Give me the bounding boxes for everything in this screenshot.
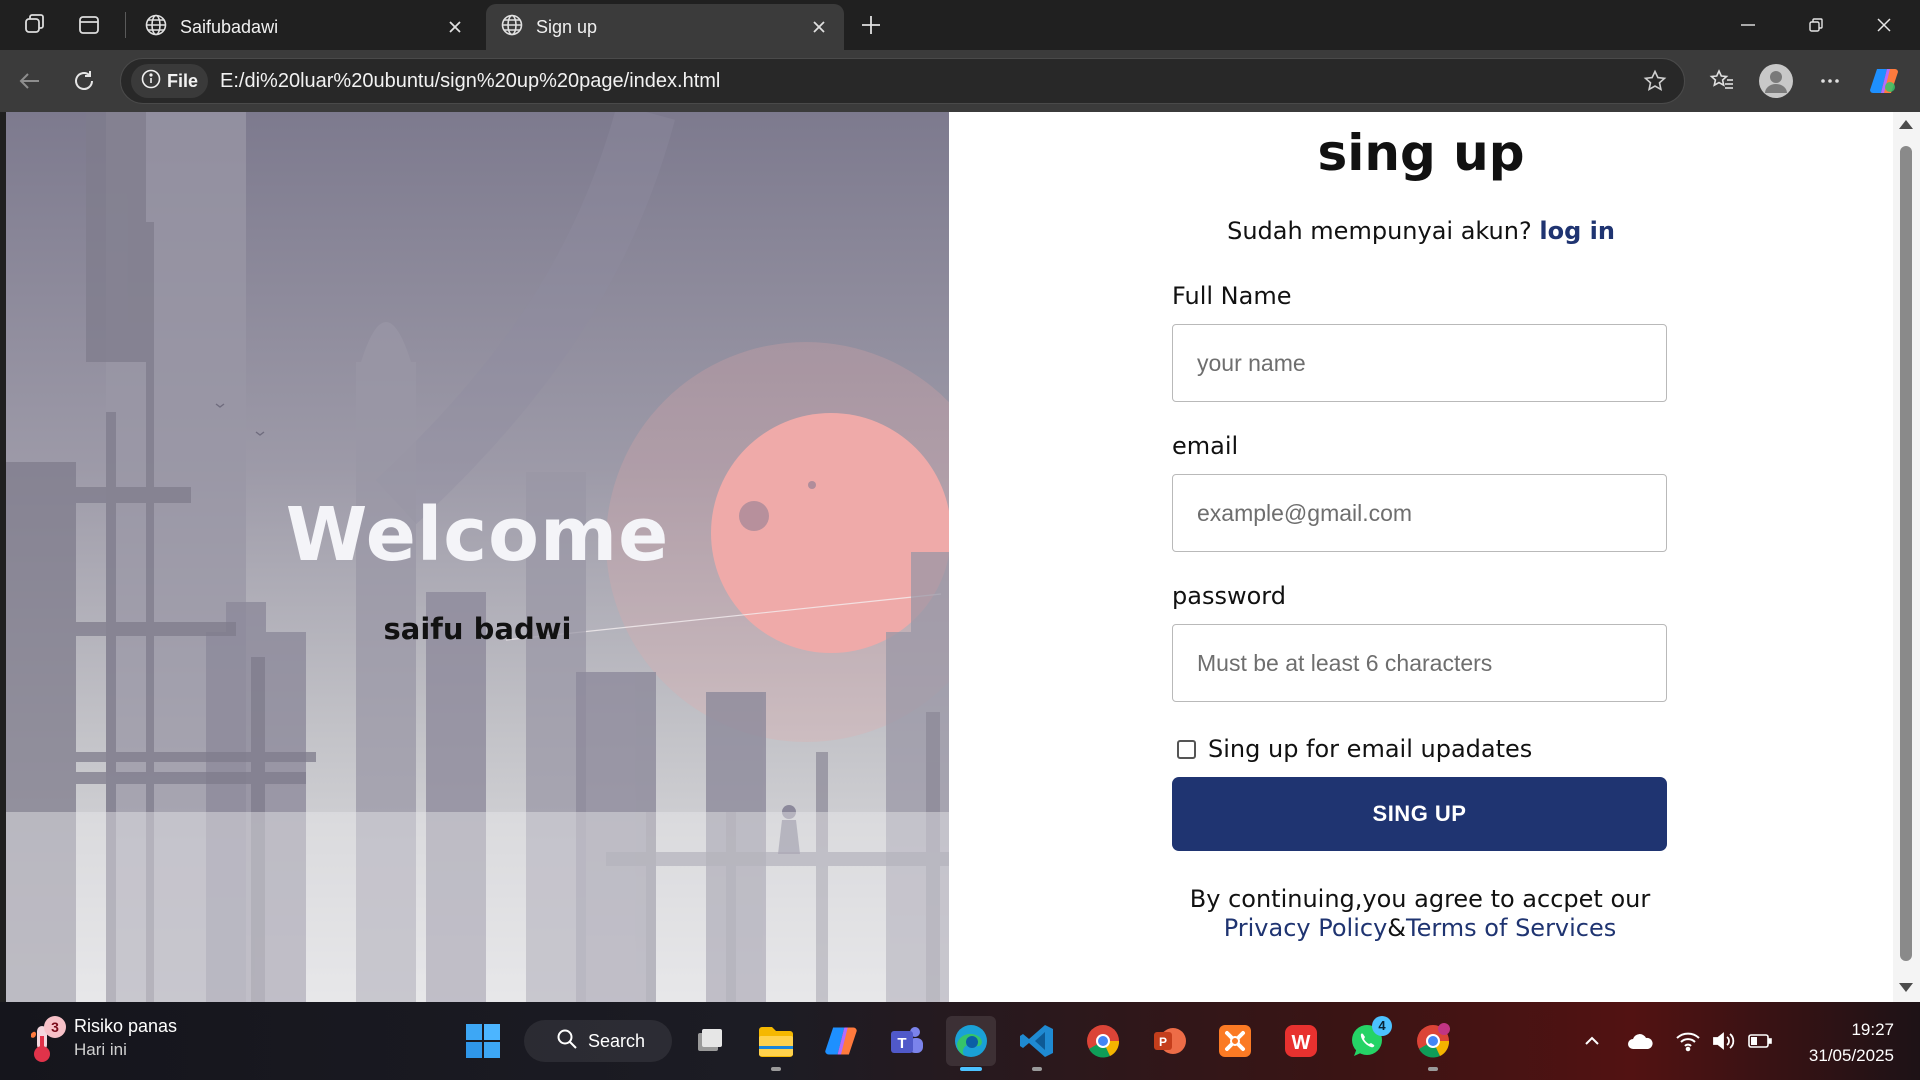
site-info-label: File [167,70,199,91]
browser-toolbar: File E:/di%20luar%20ubuntu/sign%20up%20p… [0,50,1920,112]
newsletter-row: Sing up for email upadates [1177,735,1532,763]
volume-icon[interactable] [1710,1027,1738,1055]
windows-taskbar: 3 Risiko panas Hari ini Search T P W 4 1… [0,1002,1920,1080]
site-info-button[interactable]: File [131,64,209,98]
whatsapp-icon[interactable]: 4 [1342,1016,1392,1066]
password-label: password [1172,582,1286,610]
chrome-profile-icon[interactable] [1408,1016,1458,1071]
close-window-button[interactable] [1850,0,1918,50]
scroll-down-arrow-icon[interactable] [1899,983,1913,992]
edge-icon[interactable] [946,1016,996,1071]
scroll-up-arrow-icon[interactable] [1899,120,1913,129]
sign-up-button[interactable]: SING UP [1172,777,1667,851]
profile-avatar[interactable] [1757,62,1795,100]
teams-icon[interactable]: T [881,1016,931,1066]
info-icon [141,69,161,94]
newsletter-checkbox[interactable] [1177,739,1196,759]
more-options-icon[interactable] [1811,62,1849,100]
powerpoint-icon[interactable]: P [1144,1016,1194,1066]
page-viewport: Welcome saifu badwi sing up Sudah mempun… [6,112,1893,1002]
svg-text:W: W [1292,1032,1311,1054]
wifi-icon[interactable] [1674,1027,1702,1055]
terms-links: Privacy Policy&Terms of Services [1139,914,1701,943]
privacy-policy-link[interactable]: Privacy Policy [1224,914,1388,942]
close-icon[interactable] [808,16,830,38]
page-scrollbar[interactable] [1893,112,1920,1002]
copilot-icon[interactable] [1865,62,1903,100]
svg-text:T: T [897,1035,906,1052]
full-name-label: Full Name [1172,282,1292,310]
weather-text: Risiko panas Hari ini [74,1016,177,1060]
tab-divider [125,12,126,38]
clock-date: 31/05/2025 [1808,1046,1894,1065]
newsletter-label[interactable]: Sing up for email upadates [1208,735,1532,763]
svg-text:P: P [1159,1035,1167,1049]
terms-text: By continuing,you agree to accpet our [1189,885,1651,913]
onedrive-cloud-icon[interactable] [1626,1027,1654,1055]
weather-widget[interactable]: 3 Risiko panas Hari ini [28,1016,177,1062]
copilot-app-icon[interactable] [816,1016,866,1066]
minimize-button[interactable] [1714,0,1782,50]
reload-button[interactable] [65,62,103,100]
tab-sign-up[interactable]: Sign up [486,4,844,50]
favorites-icon[interactable] [1703,62,1741,100]
email-label: email [1172,432,1239,460]
taskbar-search[interactable]: Search [524,1020,672,1062]
tab-saifubadawi[interactable]: Saifubadawi [130,4,480,50]
form-title: sing up [1317,124,1525,182]
hero-name: saifu badwi [383,612,572,646]
windows-logo-icon [466,1024,500,1058]
new-tab-button[interactable] [856,10,886,40]
restore-button[interactable] [1782,0,1850,50]
file-explorer-icon[interactable] [751,1016,801,1071]
login-prompt-text: Sudah mempunyai akun? [1227,217,1540,245]
back-button[interactable] [11,62,49,100]
url-text[interactable]: E:/di%20luar%20ubuntu/sign%20up%20page/i… [220,70,720,93]
terms-of-service-link[interactable]: Terms of Services [1406,914,1616,942]
running-indicator [771,1067,781,1071]
terms-separator: & [1387,914,1406,942]
vscode-icon[interactable] [1012,1016,1062,1071]
active-indicator [960,1067,982,1071]
search-label: Search [588,1030,646,1051]
globe-icon [144,13,168,42]
weather-badge: 3 [44,1016,66,1038]
start-button[interactable] [458,1016,508,1066]
clock-time: 19:27 [1851,1020,1894,1039]
workspaces-icon[interactable] [20,10,50,40]
tab-actions-icon[interactable] [74,10,104,40]
xampp-icon[interactable] [1210,1016,1260,1066]
weather-subtitle: Hari ini [74,1040,127,1059]
task-view-icon[interactable] [685,1016,735,1066]
address-bar[interactable]: File E:/di%20luar%20ubuntu/sign%20up%20p… [120,58,1685,104]
welcome-hero-panel: Welcome saifu badwi [6,112,949,1002]
thermometer-icon: 3 [28,1016,66,1062]
email-input[interactable] [1172,474,1667,552]
search-icon [556,1028,578,1055]
wps-office-icon[interactable]: W [1276,1016,1326,1066]
running-indicator [1032,1067,1042,1071]
login-link[interactable]: log in [1539,217,1615,245]
tab-title: Saifubadawi [180,16,279,37]
welcome-heading: Welcome [285,492,670,578]
tab-title: Sign up [536,16,598,37]
globe-icon [500,13,524,42]
favorite-star-icon[interactable] [1640,66,1670,96]
signup-form-panel: sing up Sudah mempunyai akun? log in Ful… [949,112,1893,1002]
chevron-up-icon[interactable] [1578,1027,1606,1055]
battery-icon[interactable] [1746,1027,1774,1055]
browser-tab-strip: Saifubadawi Sign up [0,0,1920,50]
close-icon[interactable] [444,16,466,38]
running-indicator [1428,1067,1438,1071]
password-input[interactable] [1172,624,1667,702]
login-prompt: Sudah mempunyai akun? log in [949,217,1893,245]
weather-title: Risiko panas [74,1016,178,1036]
scrollbar-thumb[interactable] [1900,146,1912,961]
whatsapp-badge: 4 [1372,1016,1392,1036]
terms-notice: By continuing,you agree to accpet our Pr… [1139,885,1701,943]
full-name-input[interactable] [1172,324,1667,402]
system-clock[interactable]: 19:27 31/05/2025 [1809,1020,1894,1066]
chrome-icon[interactable] [1078,1016,1128,1066]
